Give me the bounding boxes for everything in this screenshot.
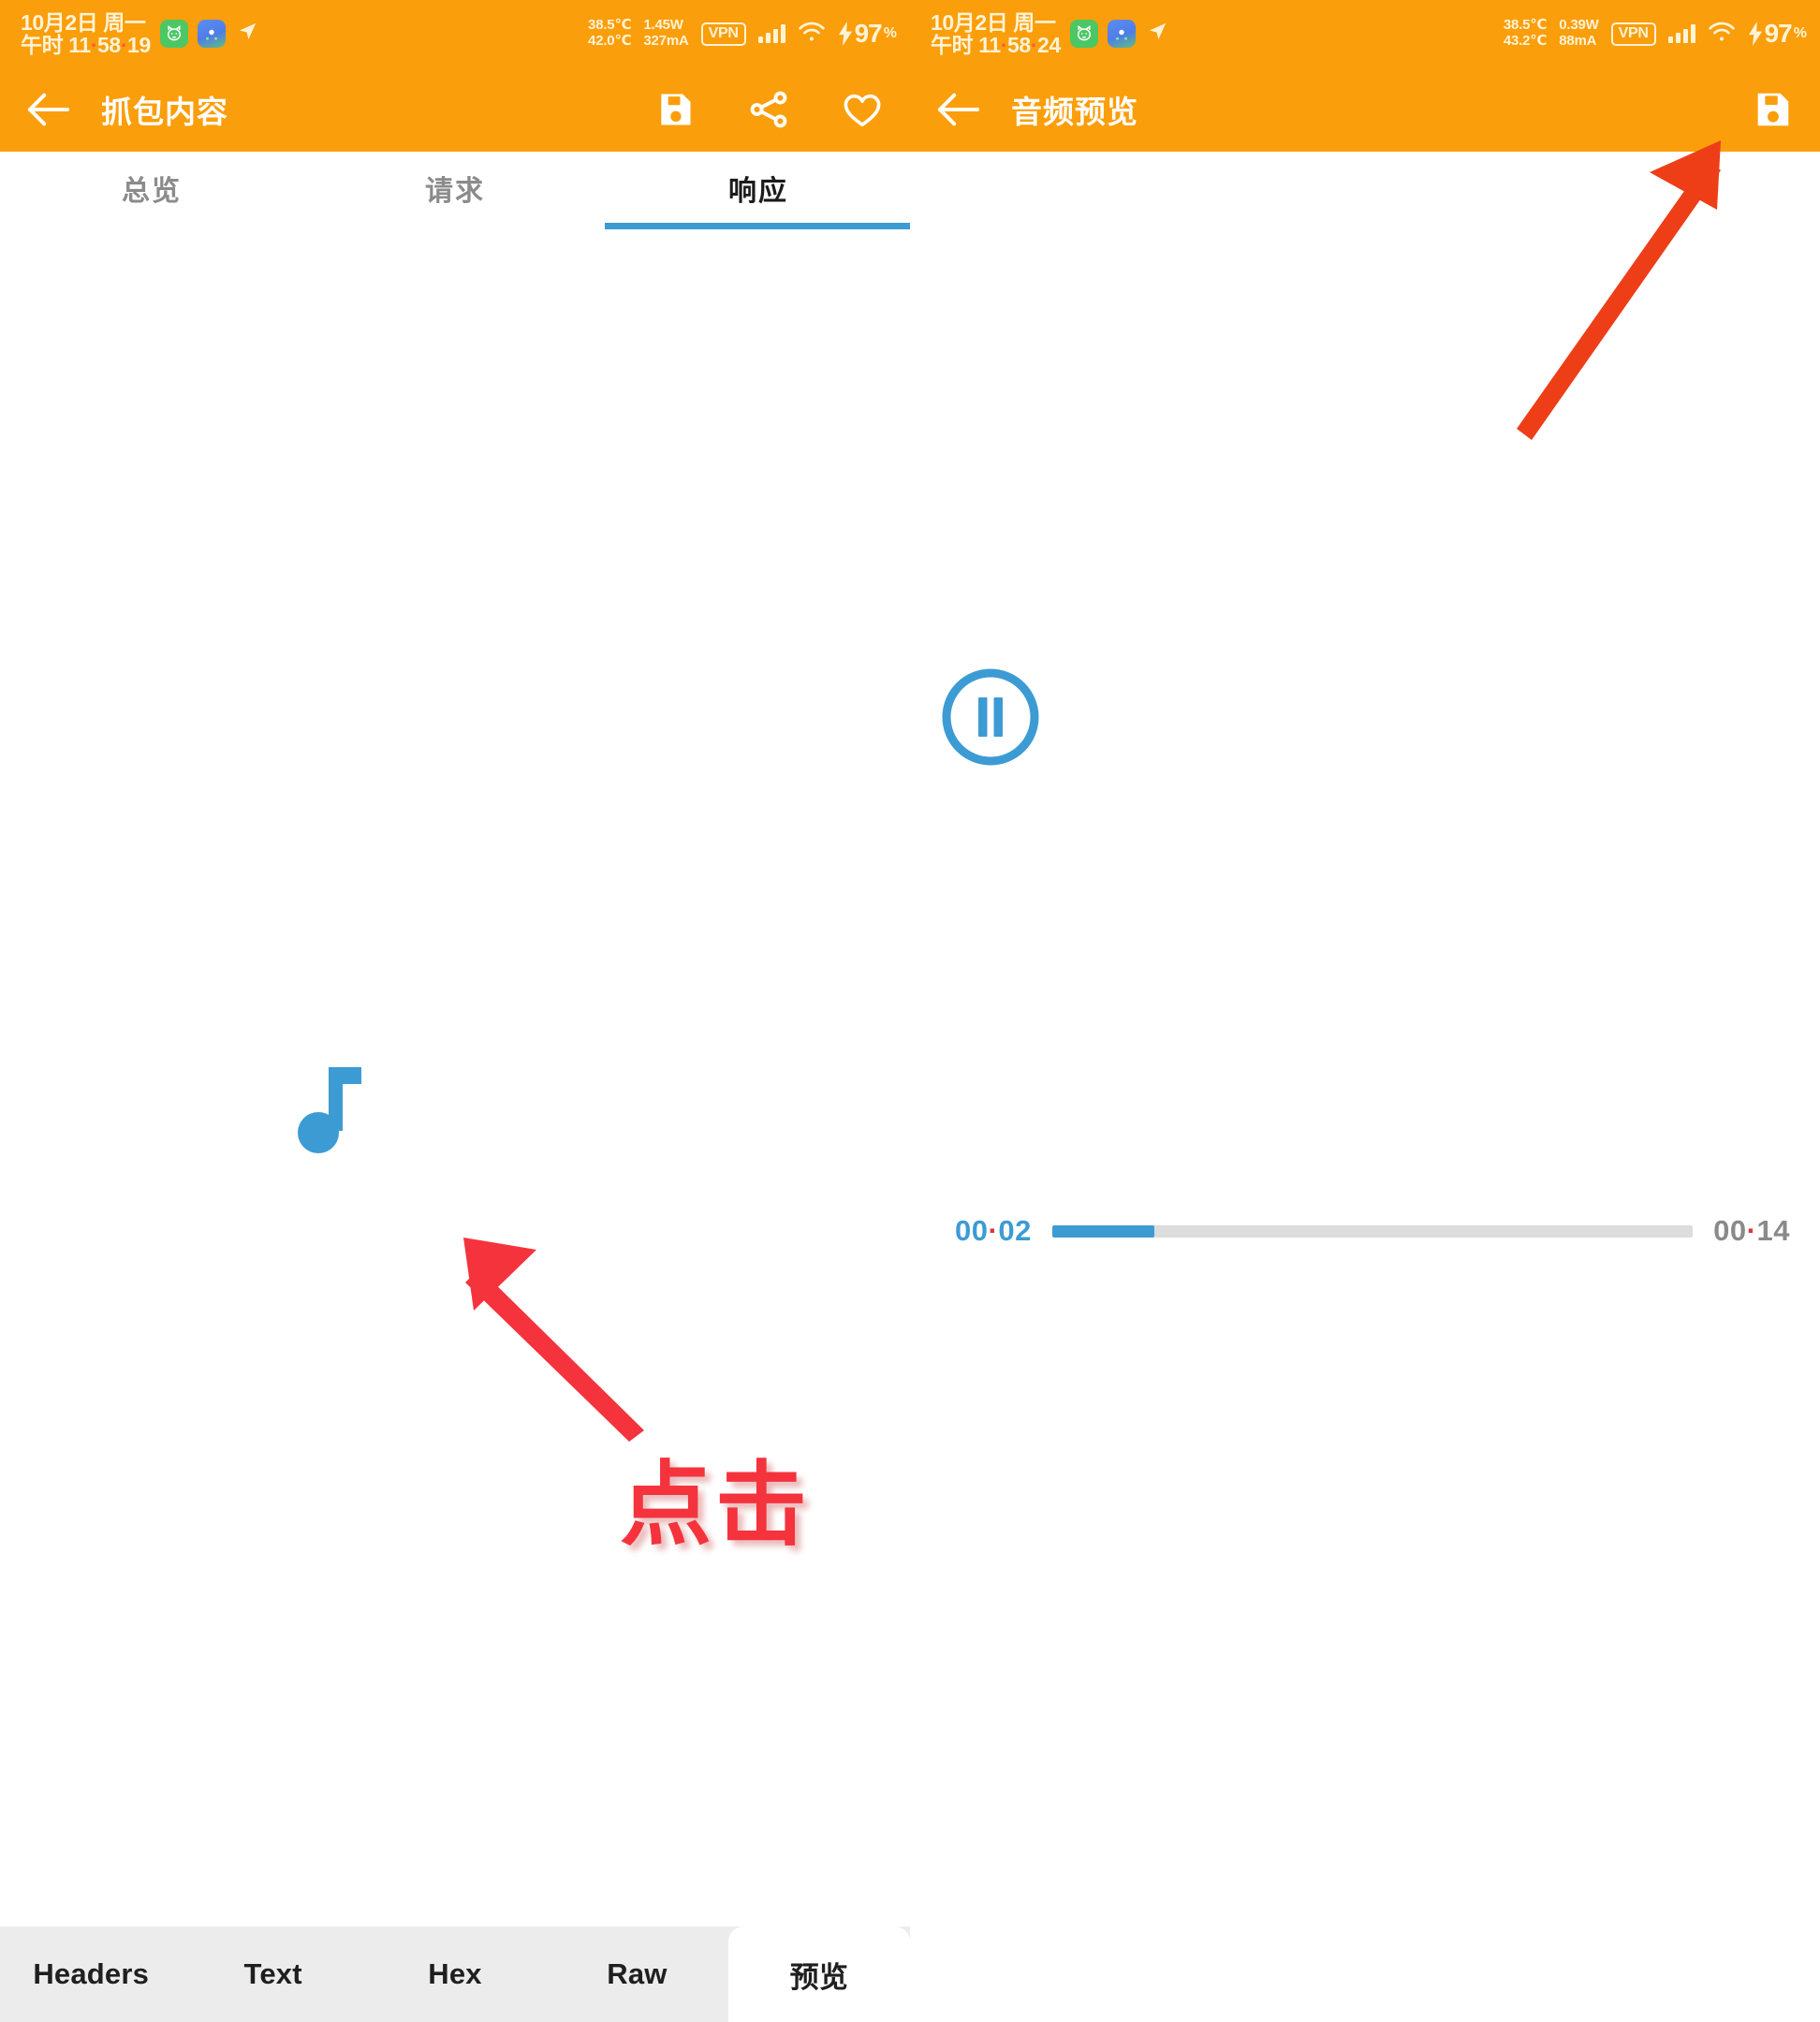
battery-percent: 97	[1764, 19, 1793, 48]
page-title: 抓包内容	[101, 95, 228, 129]
signal-bars-icon	[1667, 24, 1695, 43]
app-bar-actions	[653, 88, 884, 131]
seek-bar-fill	[1051, 1224, 1155, 1238]
back-button[interactable]	[22, 84, 73, 135]
status-bar-clock: 10月2日 周一 午时 11·58·24	[931, 9, 1061, 57]
signal-bars-icon	[757, 24, 785, 43]
tab-overview[interactable]: 总览	[0, 152, 303, 225]
status-bar: 10月2日 周一 午时 11·58·19 38.5℃ 42.0℃ 1.45W 3…	[0, 0, 910, 67]
power-readout: 0.39W 88mA	[1559, 17, 1599, 49]
temperature-readout: 38.5℃ 43.2℃	[1503, 17, 1548, 49]
app-bar-actions	[1751, 88, 1794, 131]
audio-progress-row: 00·02 00·14	[910, 1208, 1820, 1254]
wifi-icon	[798, 21, 826, 48]
tab-request[interactable]: 请求	[303, 152, 607, 225]
click-annotation-label: 点击	[620, 1453, 812, 1556]
status-bar-time: 午时 11·58·24	[931, 33, 1061, 57]
battery-indicator: 97 %	[1748, 19, 1807, 49]
bottom-tab-preview[interactable]: 预览	[727, 1927, 910, 2022]
music-note-icon[interactable]	[298, 1056, 373, 1159]
temperature-readout: 38.5℃ 42.0℃	[588, 17, 632, 49]
content-format-tab-bar: Headers Text Hex Raw 预览	[0, 1927, 910, 2022]
status-bar: 10月2日 周一 午时 11·58·24 38.5℃ 43.2℃ 0.39W 8…	[910, 0, 1820, 67]
navigation-arrow-icon	[237, 21, 258, 48]
lightning-bolt-icon	[1748, 22, 1762, 46]
tab-response[interactable]: 响应	[607, 152, 910, 225]
vpn-indicator: VPN	[1610, 22, 1656, 46]
cat-face-icon	[159, 20, 188, 48]
power-readout: 1.45W 327mA	[643, 17, 689, 49]
bottom-tab-text[interactable]: Text	[182, 1927, 363, 2022]
seek-bar[interactable]	[1051, 1224, 1694, 1238]
bottom-tab-hex[interactable]: Hex	[364, 1927, 546, 2022]
status-bar-clock: 10月2日 周一 午时 11·58·19	[21, 9, 151, 57]
page-title: 音频预览	[1011, 95, 1138, 129]
wifi-icon	[1708, 21, 1736, 48]
pause-button[interactable]	[940, 667, 1041, 768]
right-screenshot-panel: 10月2日 周一 午时 11·58·24 38.5℃ 43.2℃ 0.39W 8…	[910, 0, 1820, 2022]
app-bar: 音频预览	[910, 67, 1820, 152]
share-button[interactable]	[747, 88, 790, 131]
total-time-label: 00·14	[1713, 1214, 1790, 1247]
cat-face-icon	[1069, 20, 1098, 48]
favorite-button[interactable]	[841, 88, 884, 131]
battery-indicator: 97 %	[838, 19, 897, 49]
navigation-arrow-icon	[1147, 21, 1168, 48]
battery-percent: 97	[854, 19, 883, 48]
left-screenshot-panel: 10月2日 周一 午时 11·58·19 38.5℃ 42.0℃ 1.45W 3…	[0, 0, 910, 2022]
status-bar-time: 午时 11·58·19	[21, 33, 151, 57]
save-button[interactable]	[653, 88, 697, 131]
status-bar-date: 10月2日 周一	[21, 9, 146, 35]
status-bar-date: 10月2日 周一	[931, 9, 1056, 35]
map-app-icon	[1107, 20, 1136, 48]
active-tab-indicator	[605, 223, 910, 229]
lightning-bolt-icon	[838, 22, 852, 46]
bottom-tab-headers[interactable]: Headers	[0, 1927, 182, 2022]
bottom-tab-raw[interactable]: Raw	[546, 1927, 727, 2022]
response-tab-bar: 总览 请求 响应	[0, 152, 910, 225]
save-button[interactable]	[1751, 88, 1794, 131]
status-bar-right-group: 38.5℃ 42.0℃ 1.45W 327mA VPN 97 %	[588, 17, 897, 50]
app-bar: 抓包内容	[0, 67, 910, 152]
status-bar-left-group: 10月2日 周一 午时 11·58·24	[931, 9, 1168, 57]
current-time-label: 00·02	[955, 1214, 1032, 1247]
back-button[interactable]	[932, 84, 983, 135]
status-bar-right-group: 38.5℃ 43.2℃ 0.39W 88mA VPN 97 %	[1503, 17, 1807, 50]
vpn-indicator: VPN	[700, 22, 746, 46]
status-bar-left-group: 10月2日 周一 午时 11·58·19	[21, 9, 258, 57]
map-app-icon	[197, 20, 226, 48]
